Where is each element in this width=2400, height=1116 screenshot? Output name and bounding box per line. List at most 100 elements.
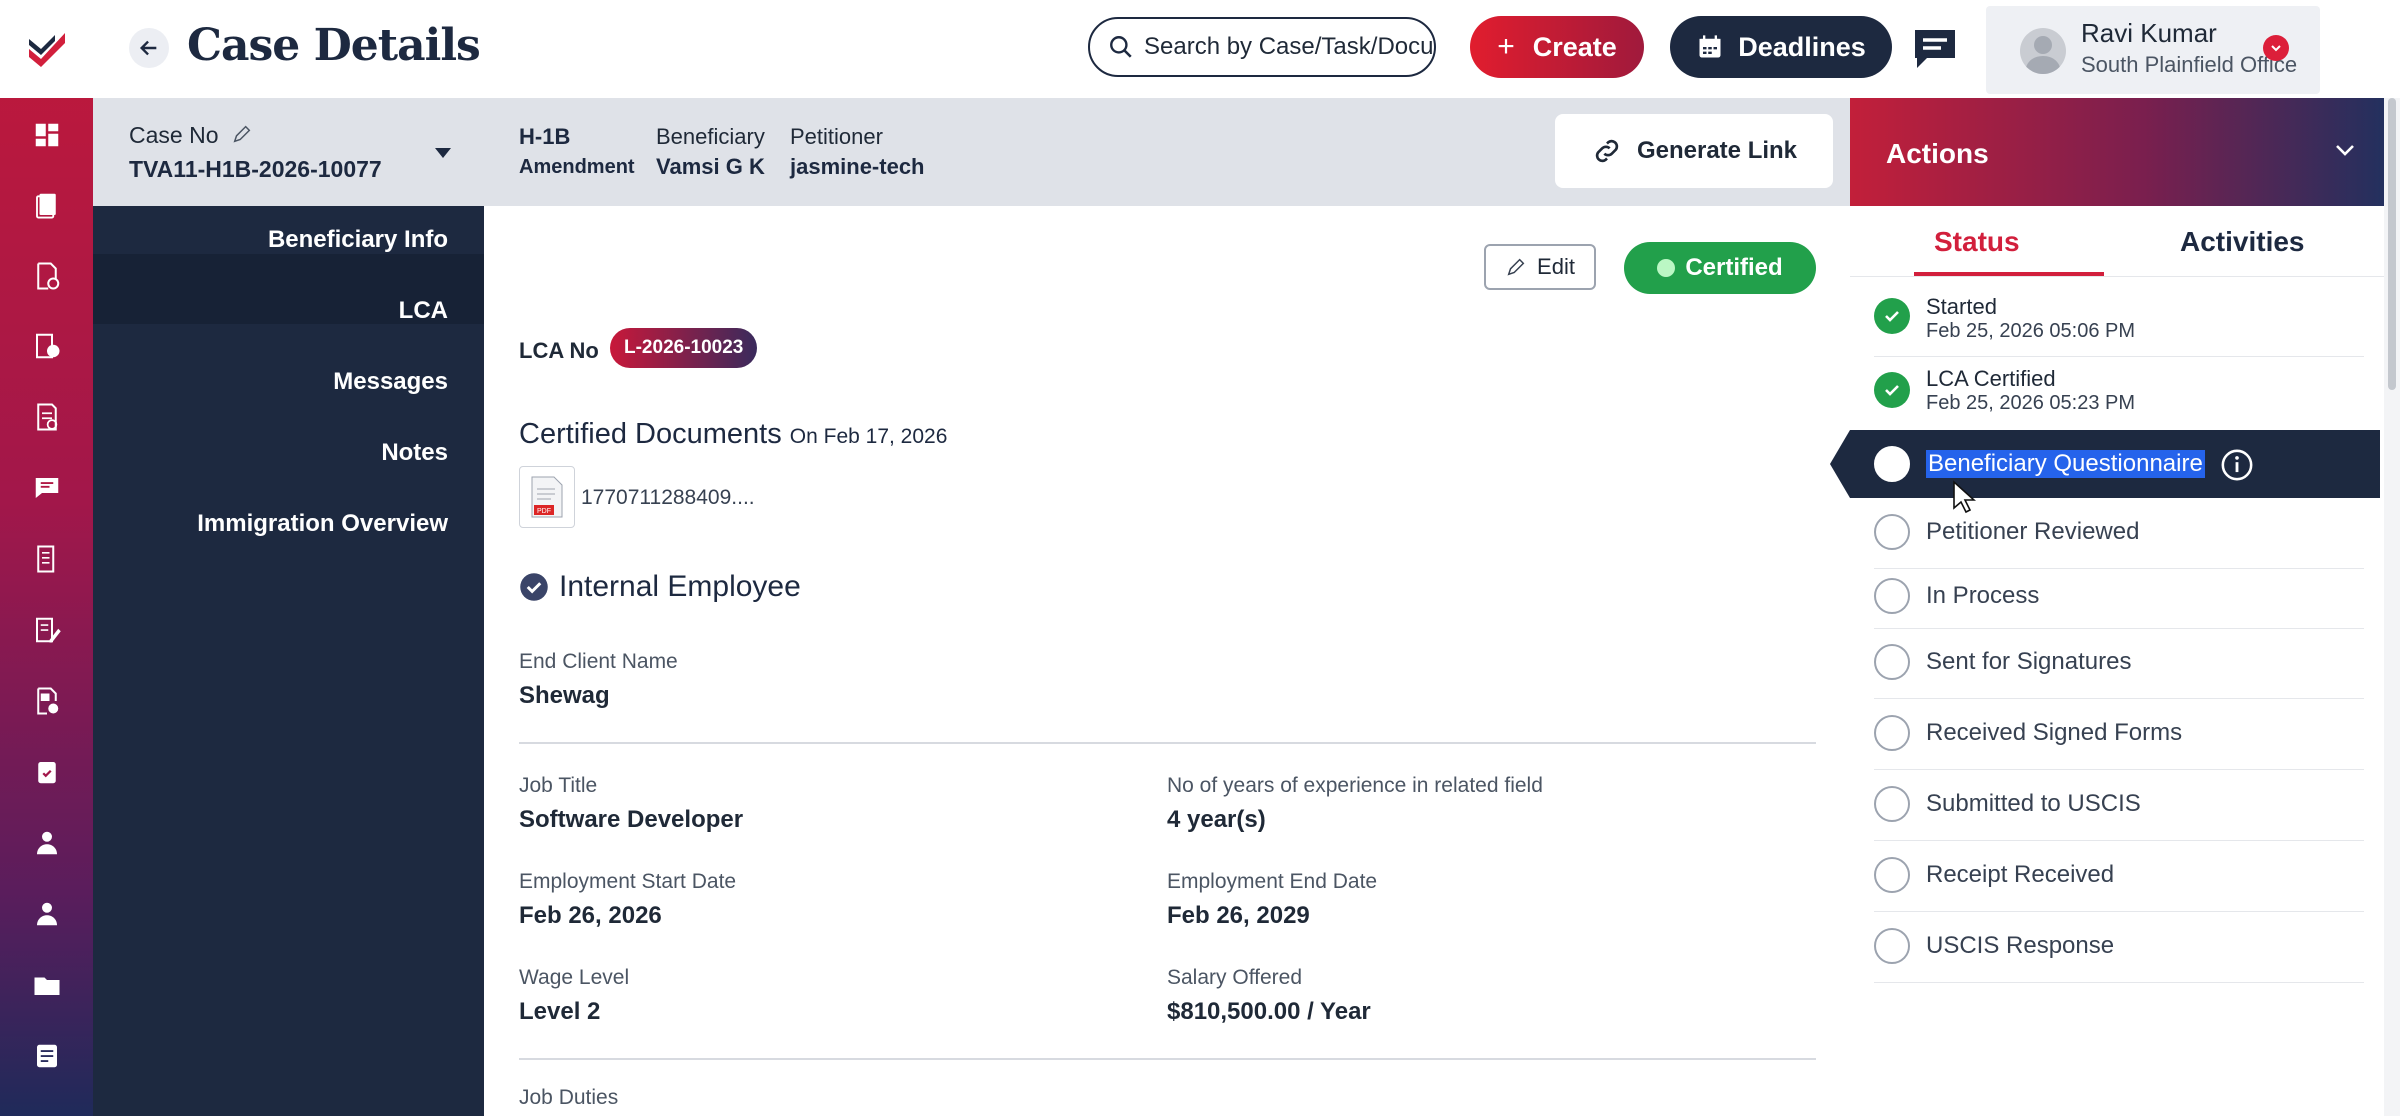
cases-icon[interactable]: [0, 181, 93, 229]
nav-item-lca[interactable]: LCA: [399, 297, 448, 325]
case-select-chevron-icon[interactable]: [433, 146, 453, 165]
divider: [519, 1058, 1816, 1060]
back-arrow-icon: [139, 40, 157, 56]
tab-activities[interactable]: Activities: [2180, 226, 2305, 258]
doc-lock-icon[interactable]: [0, 677, 93, 725]
job-title-label: Job Title: [519, 774, 598, 797]
avatar: [2020, 28, 2066, 74]
chat-button[interactable]: [1908, 24, 1962, 72]
wage-level-label: Wage Level: [519, 966, 630, 989]
notes-icon[interactable]: [0, 606, 93, 654]
scrollbar-thumb[interactable]: [2388, 98, 2396, 390]
lca-panel: Edit Certified LCA No L-2026-10023 Certi…: [484, 206, 1850, 1116]
wage-level-value: Level 2: [519, 998, 601, 1025]
end-client-label: End Client Name: [519, 650, 678, 673]
pencil-icon: [1507, 258, 1525, 276]
status-item-beneficiary-questionnaire[interactable]: Beneficiary Questionnaire: [1850, 430, 2380, 498]
search-icon: [1110, 36, 1132, 58]
status-circle: [1874, 514, 1910, 550]
status-item-receipt-received[interactable]: Receipt Received: [1850, 841, 2384, 911]
approved-doc-icon[interactable]: [0, 252, 93, 300]
pdf-file-icon[interactable]: PDF: [519, 466, 575, 528]
nav-item-messages[interactable]: Messages: [333, 368, 448, 396]
logo-icon[interactable]: [0, 0, 93, 98]
salary-value: $810,500.00 / Year: [1167, 998, 1371, 1025]
certified-docs-title: Certified Documents On Feb 17, 2026: [519, 418, 948, 450]
ledger-icon[interactable]: [0, 535, 93, 583]
nav-item-beneficiary-info[interactable]: Beneficiary Info: [268, 226, 448, 254]
plus-icon: +: [1497, 30, 1515, 63]
check-circle-icon: [520, 573, 548, 601]
end-date-value: Feb 26, 2029: [1167, 902, 1310, 929]
certified-docs-date: On Feb 17, 2026: [789, 425, 948, 448]
internal-employee-heading: Internal Employee: [519, 570, 801, 604]
chat-icon: [1915, 30, 1955, 68]
edit-button[interactable]: Edit: [1484, 244, 1596, 290]
visa-type: H-1B: [519, 124, 571, 149]
folder-icon[interactable]: [0, 961, 93, 1009]
clipboard-check-icon[interactable]: [0, 748, 93, 796]
pencil-icon[interactable]: [231, 123, 253, 145]
create-button[interactable]: + Create: [1470, 16, 1644, 78]
status-circle: [1874, 928, 1910, 964]
user-office: South Plainfield Office: [2081, 52, 2298, 77]
top-header: Case Details + Create Deadlines Ravi Kum…: [93, 0, 2400, 98]
salary-label: Salary Offered: [1167, 966, 1303, 989]
calendar-icon: [1699, 35, 1721, 58]
beneficiary-icon[interactable]: [0, 819, 93, 867]
petitioner-name[interactable]: jasmine-tech: [790, 154, 925, 180]
job-duties-label: Job Duties: [519, 1086, 619, 1109]
check-circle-icon: [1874, 298, 1910, 334]
beneficiary-label: Beneficiary: [656, 124, 765, 149]
form-icon[interactable]: [0, 1032, 93, 1080]
dashboard-icon[interactable]: [0, 111, 93, 159]
status-item-submitted-to-uscis[interactable]: Submitted to USCIS: [1850, 770, 2384, 840]
case-number: TVA11-H1B-2026-10077: [129, 156, 382, 182]
status-item-petitioner-reviewed[interactable]: Petitioner Reviewed: [1850, 498, 2384, 568]
user-menu[interactable]: Ravi Kumar South Plainfield Office: [1986, 6, 2320, 94]
nav-item-immigration-overview[interactable]: Immigration Overview: [197, 510, 448, 538]
case-summary-bar: Case No TVA11-H1B-2026-10077 H-1B Amendm…: [93, 98, 1850, 206]
document-name[interactable]: 1770711288409....: [581, 486, 755, 510]
info-icon[interactable]: [2220, 448, 2254, 482]
link-icon: [1595, 139, 1619, 163]
deadlines-button[interactable]: Deadlines: [1670, 16, 1892, 78]
user-icon[interactable]: [0, 890, 93, 938]
status-item-sent-for-signatures[interactable]: Sent for Signatures: [1850, 628, 2384, 698]
check-circle-icon: [1874, 372, 1910, 408]
petitioner-label: Petitioner: [790, 124, 883, 149]
user-name: Ravi Kumar: [2081, 18, 2217, 48]
scrollbar[interactable]: [2384, 98, 2400, 1116]
status-item-uscis-response[interactable]: USCIS Response: [1850, 912, 2384, 982]
beneficiary-name[interactable]: Vamsi G K: [656, 154, 765, 180]
generate-link-button[interactable]: Generate Link: [1555, 114, 1833, 188]
case-type: Amendment: [519, 156, 635, 178]
checklist-icon[interactable]: [0, 393, 93, 441]
tab-status[interactable]: Status: [1934, 226, 2020, 258]
divider: [1850, 276, 2384, 277]
active-status-pointer: [1830, 430, 1850, 498]
nav-item-notes[interactable]: Notes: [381, 439, 448, 467]
end-client-value: Shewag: [519, 682, 610, 709]
status-dot: [1657, 259, 1676, 277]
chevron-down-icon[interactable]: [2263, 35, 2289, 61]
experience-value: 4 year(s): [1167, 806, 1266, 833]
icon-rail: [0, 0, 93, 1116]
search-input[interactable]: [1144, 33, 1434, 61]
actions-header[interactable]: Actions: [1850, 98, 2384, 206]
start-date-label: Employment Start Date: [519, 870, 737, 893]
status-badge: Certified: [1624, 242, 1816, 294]
case-no-label: Case No: [129, 122, 253, 149]
status-item-lca-certified[interactable]: LCA Certified Feb 25, 2026 05:23 PM: [1850, 350, 2384, 420]
search-box[interactable]: [1088, 17, 1436, 77]
status-item-started[interactable]: Started Feb 25, 2026 05:06 PM: [1850, 278, 2384, 348]
job-title-value: Software Developer: [519, 806, 744, 833]
status-item-received-signed-forms[interactable]: Received Signed Forms: [1850, 699, 2384, 769]
divider: [519, 742, 1816, 744]
lca-no-label: LCA No: [519, 338, 599, 363]
status-circle: [1874, 644, 1910, 680]
payment-doc-icon[interactable]: [0, 322, 93, 370]
messages-icon[interactable]: [0, 464, 93, 512]
back-button[interactable]: [129, 28, 169, 68]
status-item-in-process[interactable]: In Process: [1850, 562, 2384, 632]
